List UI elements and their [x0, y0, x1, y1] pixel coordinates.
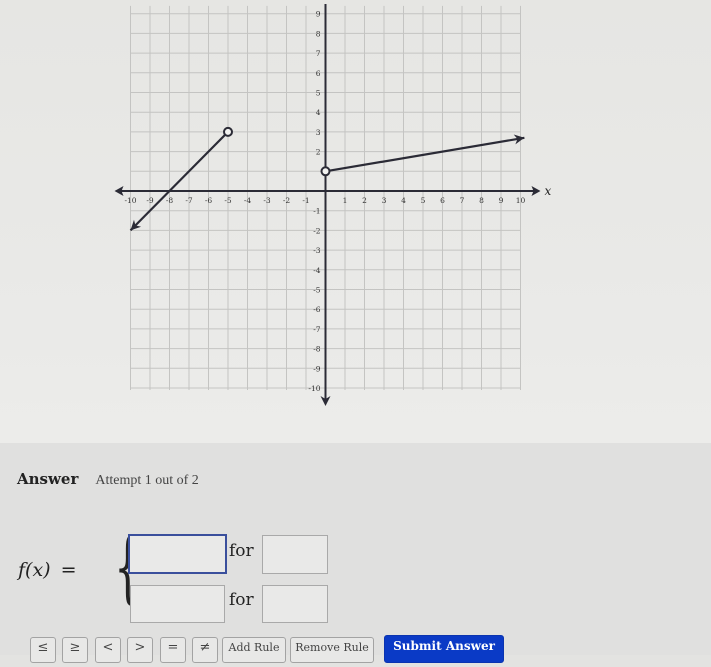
right-piece-line	[325, 136, 525, 173]
expression-input-1[interactable]	[128, 534, 227, 574]
x-tick-label: -1	[302, 196, 309, 205]
remove-rule-button[interactable]: Remove Rule	[290, 637, 374, 663]
plot-lines	[129, 126, 525, 232]
right-piece-open-circle-icon	[320, 166, 331, 177]
piecewise-graph: x -10 -9 -8 -7 -6 -5 -4 -3 -2 -1 1 2 3 4 5 6 7 8 9 10 9 8 7 6 5 4…	[114, 4, 552, 406]
x-tick-label: -6	[205, 196, 213, 205]
greater-equal-button[interactable]: ≥	[62, 637, 88, 663]
y-tick-label: -8	[313, 345, 321, 354]
y-tick-label: 4	[316, 108, 321, 117]
for-label-1: for	[229, 541, 254, 561]
graph-section: x -10 -9 -8 -7 -6 -5 -4 -3 -2 -1 1 2 3 4 5 6 7 8 9 10 9 8 7 6 5 4…	[0, 0, 711, 443]
y-tick-label: -6	[313, 305, 321, 314]
y-tick-label: -2	[313, 226, 321, 235]
greater-than-button[interactable]: >	[127, 637, 153, 663]
x-tick-label: 1	[343, 196, 348, 205]
y-tick-label: 3	[316, 128, 321, 137]
x-tick-label: -7	[185, 196, 193, 205]
add-rule-button[interactable]: Add Rule	[222, 637, 286, 663]
piecewise-formula: f(x) = { for for	[18, 523, 358, 623]
y-tick-label: 5	[316, 89, 321, 98]
y-tick-label: 9	[316, 10, 321, 19]
x-tick-label: 5	[421, 196, 426, 205]
not-equal-button[interactable]: ≠	[192, 637, 218, 663]
x-tick-label: 4	[401, 196, 406, 205]
answer-title: Answer	[17, 470, 79, 488]
y-tick-label: -3	[313, 246, 321, 255]
y-tick-label: 2	[316, 148, 321, 157]
attempt-counter: Attempt 1 out of 2	[95, 473, 199, 488]
x-tick-label: -4	[244, 196, 252, 205]
left-piece-line	[129, 131, 229, 232]
left-piece-open-circle-icon	[223, 126, 233, 137]
y-tick-label: 7	[316, 49, 321, 58]
function-name: f(x)	[18, 559, 51, 581]
for-label-2: for	[229, 590, 254, 610]
axes: x	[114, 4, 552, 406]
x-tick-label: -5	[224, 196, 232, 205]
answer-section: Answer Attempt 1 out of 2 f(x) = { for f…	[0, 443, 711, 663]
y-tick-label: -7	[313, 325, 321, 334]
x-tick-label: 2	[362, 196, 367, 205]
y-tick-label: -9	[313, 364, 321, 373]
y-tick-label: 6	[316, 69, 321, 78]
expression-input-2[interactable]	[130, 585, 225, 623]
x-axis-label: x	[545, 184, 552, 198]
x-tick-label: -10	[124, 196, 136, 205]
y-tick-label: -10	[308, 384, 320, 393]
y-tick-label: 8	[316, 29, 321, 38]
x-tick-label: -2	[283, 196, 291, 205]
x-tick-label: 8	[479, 196, 484, 205]
less-equal-button[interactable]: ≤	[30, 637, 56, 663]
function-label: f(x) =	[18, 559, 77, 581]
less-than-button[interactable]: <	[95, 637, 121, 663]
condition-input-1[interactable]	[262, 535, 328, 574]
x-tick-label: 6	[440, 196, 445, 205]
submit-answer-button[interactable]: Submit Answer	[384, 635, 504, 663]
x-tick-label: 9	[499, 196, 504, 205]
condition-input-2[interactable]	[262, 585, 328, 623]
answer-header: Answer Attempt 1 out of 2	[17, 470, 199, 489]
y-tick-label: -5	[313, 286, 321, 295]
button-row: ≤ ≥ < > = ≠ Add Rule Remove Rule Submit …	[0, 635, 711, 667]
y-tick-label: -1	[313, 207, 320, 216]
x-tick-label: 7	[460, 196, 465, 205]
x-tick-label: 10	[516, 196, 526, 205]
equals-sign: =	[60, 559, 77, 581]
x-tick-label: -3	[263, 196, 271, 205]
x-tick-label: -8	[166, 196, 174, 205]
y-tick-label: -4	[313, 266, 321, 275]
x-tick-label: 3	[382, 196, 387, 205]
equals-button[interactable]: =	[160, 637, 186, 663]
x-tick-label: -9	[146, 196, 154, 205]
